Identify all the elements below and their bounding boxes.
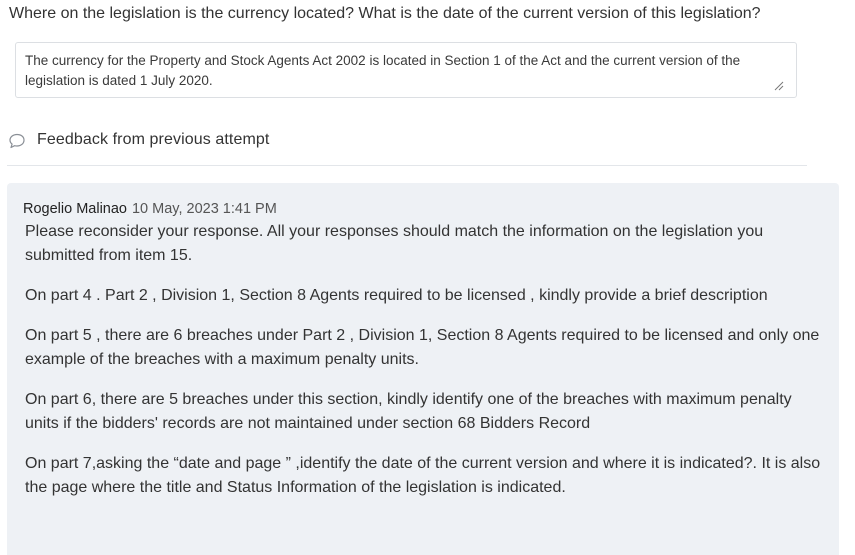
answer-text[interactable]: The currency for the Property and Stock …: [25, 51, 785, 91]
feedback-timestamp: 10 May, 2023 1:41 PM: [131, 201, 277, 217]
feedback-message: On part 6, there are 5 breaches under th…: [25, 391, 792, 432]
section-divider: [7, 165, 807, 166]
feedback-title: Feedback from previous attempt: [37, 131, 270, 148]
feedback-meta: Rogelio Malinao 10 May, 2023 1:41 PM: [23, 200, 277, 218]
feedback-message: On part 7,asking the “date and page ” ,i…: [25, 455, 821, 496]
feedback-message: Please reconsider your response. All you…: [25, 223, 764, 264]
feedback-header: Feedback from previous attempt: [8, 129, 269, 151]
answer-textarea[interactable]: The currency for the Property and Stock …: [15, 42, 797, 98]
assessment-page: Where on the legislation is the currency…: [0, 0, 855, 555]
feedback-panel: Rogelio Malinao 10 May, 2023 1:41 PM Plea…: [7, 183, 839, 555]
speech-bubble-icon: [9, 133, 25, 149]
feedback-message: On part 5 , there are 6 breaches under P…: [25, 327, 820, 368]
feedback-author: Rogelio Malinao: [23, 201, 127, 217]
feedback-messages: Please reconsider your response. All you…: [25, 220, 825, 516]
feedback-message: On part 4 . Part 2 , Division 1, Section…: [25, 287, 768, 304]
resize-handle-icon[interactable]: [774, 81, 784, 91]
question-text: Where on the legislation is the currency…: [9, 5, 761, 22]
